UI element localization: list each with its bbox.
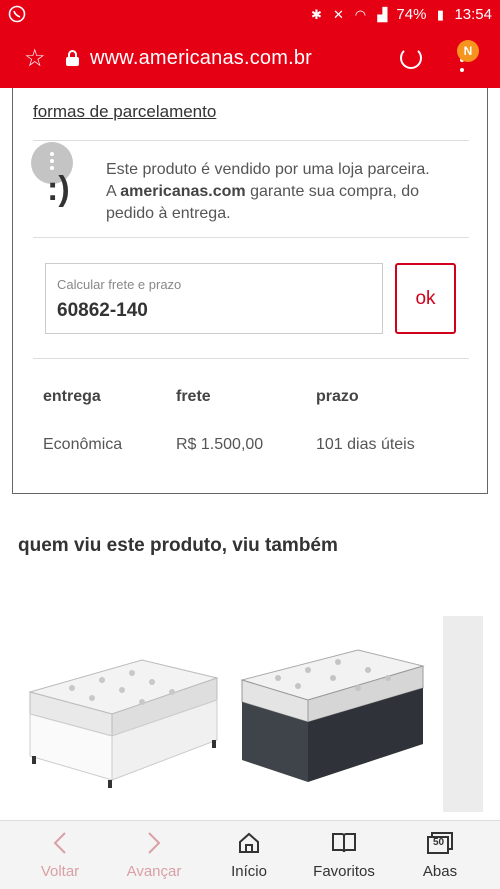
nav-forward[interactable]: Avançar [109, 829, 199, 880]
freight-cost: R$ 1.500,00 [176, 436, 264, 453]
browser-toolbar: ☆ www.americanas.com.br N [0, 30, 500, 88]
carousel-next-area[interactable] [443, 616, 483, 812]
bluetooth-icon: ✱ [310, 6, 322, 22]
product-image-dark-bed[interactable] [238, 640, 428, 790]
installment-options-link[interactable]: formas de parcelamento [33, 102, 216, 122]
header-freight: frete [176, 388, 211, 405]
wifi-icon: ◠ [354, 6, 367, 22]
nav-back-label: Voltar [40, 863, 80, 880]
freight-field-label: Calcular frete e prazo [57, 277, 182, 292]
nav-favorites[interactable]: Favoritos [299, 829, 389, 880]
mute-icon: ✕ [332, 6, 344, 22]
status-bar: ✱ ✕ ◠ ▟ 74% ▮ 13:54 [0, 0, 500, 30]
url-field[interactable]: www.americanas.com.br [90, 47, 312, 70]
home-icon [204, 829, 294, 857]
lock-icon [66, 50, 79, 66]
battery-level: 74% [396, 6, 427, 23]
nav-favorites-label: Favoritos [313, 863, 375, 880]
notice-brand: americanas.com [120, 183, 246, 200]
calculate-freight-button[interactable]: ok [395, 263, 456, 334]
star-icon[interactable]: ☆ [24, 44, 46, 73]
tabs-icon: 50 [395, 829, 485, 857]
recommendations-title: quem viu este produto, viu também [18, 535, 338, 556]
signal-icon: ▟ [377, 6, 388, 22]
notice-prefix: A [106, 183, 121, 200]
header-delivery: entrega [43, 388, 101, 405]
book-icon [299, 829, 389, 857]
product-purchase-card: formas de parcelamento :) Este produto é… [12, 88, 488, 494]
header-deadline: prazo [316, 388, 359, 405]
zip-code-input[interactable] [57, 300, 357, 322]
profile-badge[interactable]: N [457, 40, 479, 62]
bottom-navigation: Voltar Avançar Início Favoritos 50 Abas [0, 820, 500, 889]
delivery-deadline: 101 dias úteis [316, 436, 415, 453]
nav-home-label: Início [231, 863, 267, 880]
nav-forward-label: Avançar [126, 863, 182, 880]
chevron-left-icon [15, 829, 105, 857]
divider [33, 140, 469, 141]
delivery-type: Econômica [43, 436, 123, 453]
partner-store-notice: Este produto é vendido por uma loja parc… [106, 159, 466, 225]
nav-tabs-label: Abas [422, 863, 458, 880]
freight-calculator-field[interactable]: Calcular frete e prazo [45, 263, 383, 334]
chevron-right-icon [109, 829, 199, 857]
whatsapp-icon [8, 5, 26, 27]
partner-store-icon: :) [31, 142, 91, 212]
nav-home[interactable]: Início [204, 829, 294, 880]
clock: 13:54 [454, 6, 492, 23]
divider [33, 358, 469, 359]
reload-icon[interactable] [400, 47, 422, 69]
nav-back[interactable]: Voltar [15, 829, 105, 880]
battery-icon: ▮ [436, 6, 445, 22]
product-image-white-bed[interactable] [22, 640, 222, 790]
nav-tabs[interactable]: 50 Abas [395, 829, 485, 880]
tabs-count: 50 [433, 837, 445, 848]
notice-line-1: Este produto é vendido por uma loja parc… [106, 161, 430, 178]
divider [33, 237, 469, 238]
